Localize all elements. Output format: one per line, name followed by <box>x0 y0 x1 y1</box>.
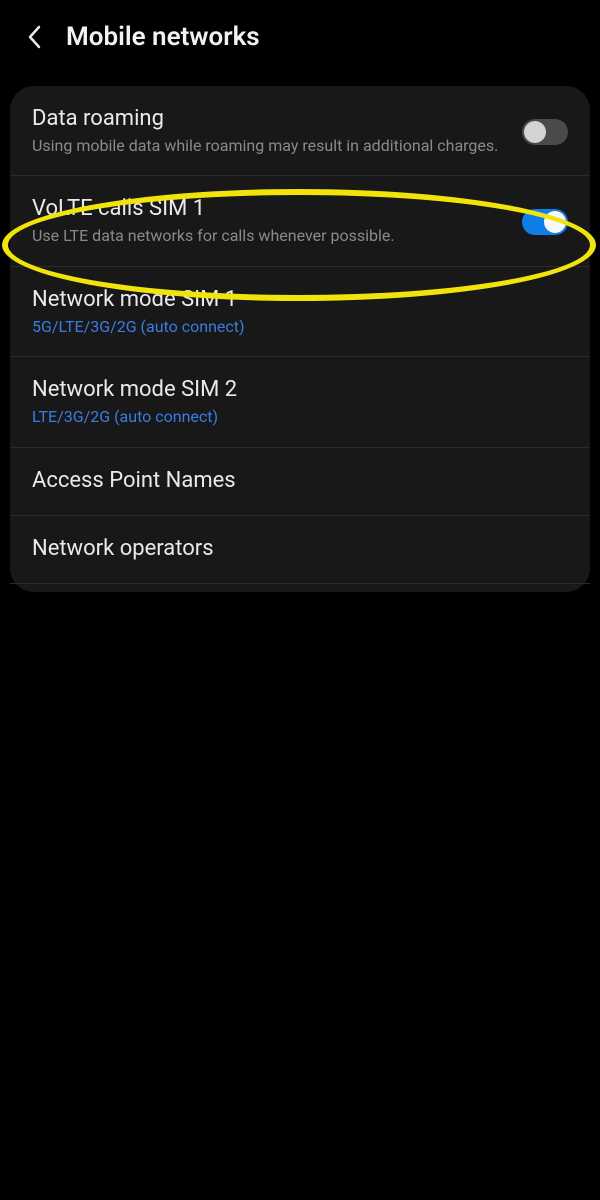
item-title: Network operators <box>32 536 552 561</box>
item-title: VoLTE calls SIM 1 <box>32 196 506 221</box>
item-subtitle: Using mobile data while roaming may resu… <box>32 135 506 157</box>
settings-card: Data roaming Using mobile data while roa… <box>10 86 590 592</box>
data-roaming-toggle[interactable] <box>522 119 568 145</box>
apn-item[interactable]: Access Point Names <box>10 448 590 516</box>
item-text: Access Point Names <box>32 468 568 497</box>
toggle-knob <box>544 211 566 233</box>
item-text: VoLTE calls SIM 1 Use LTE data networks … <box>32 196 522 247</box>
item-subtitle: 5G/LTE/3G/2G (auto connect) <box>32 316 552 338</box>
network-mode-sim2-item[interactable]: Network mode SIM 2 LTE/3G/2G (auto conne… <box>10 357 590 447</box>
item-title: Data roaming <box>32 106 506 131</box>
network-operators-item[interactable]: Network operators <box>10 516 590 584</box>
item-text: Data roaming Using mobile data while roa… <box>32 106 522 157</box>
volte-calls-item[interactable]: VoLTE calls SIM 1 Use LTE data networks … <box>10 176 590 266</box>
item-text: Network operators <box>32 536 568 565</box>
item-title: Network mode SIM 1 <box>32 287 552 312</box>
toggle-knob <box>524 121 546 143</box>
item-text: Network mode SIM 1 5G/LTE/3G/2G (auto co… <box>32 287 568 338</box>
item-text: Network mode SIM 2 LTE/3G/2G (auto conne… <box>32 377 568 428</box>
volte-toggle[interactable] <box>522 209 568 235</box>
network-mode-sim1-item[interactable]: Network mode SIM 1 5G/LTE/3G/2G (auto co… <box>10 267 590 357</box>
page-title: Mobile networks <box>66 22 260 52</box>
item-subtitle: LTE/3G/2G (auto connect) <box>32 406 552 428</box>
item-title: Access Point Names <box>32 468 552 493</box>
item-title: Network mode SIM 2 <box>32 377 552 402</box>
item-subtitle: Use LTE data networks for calls whenever… <box>32 225 506 247</box>
header: Mobile networks <box>0 0 600 72</box>
back-icon[interactable] <box>20 23 48 51</box>
data-roaming-item[interactable]: Data roaming Using mobile data while roa… <box>10 86 590 176</box>
